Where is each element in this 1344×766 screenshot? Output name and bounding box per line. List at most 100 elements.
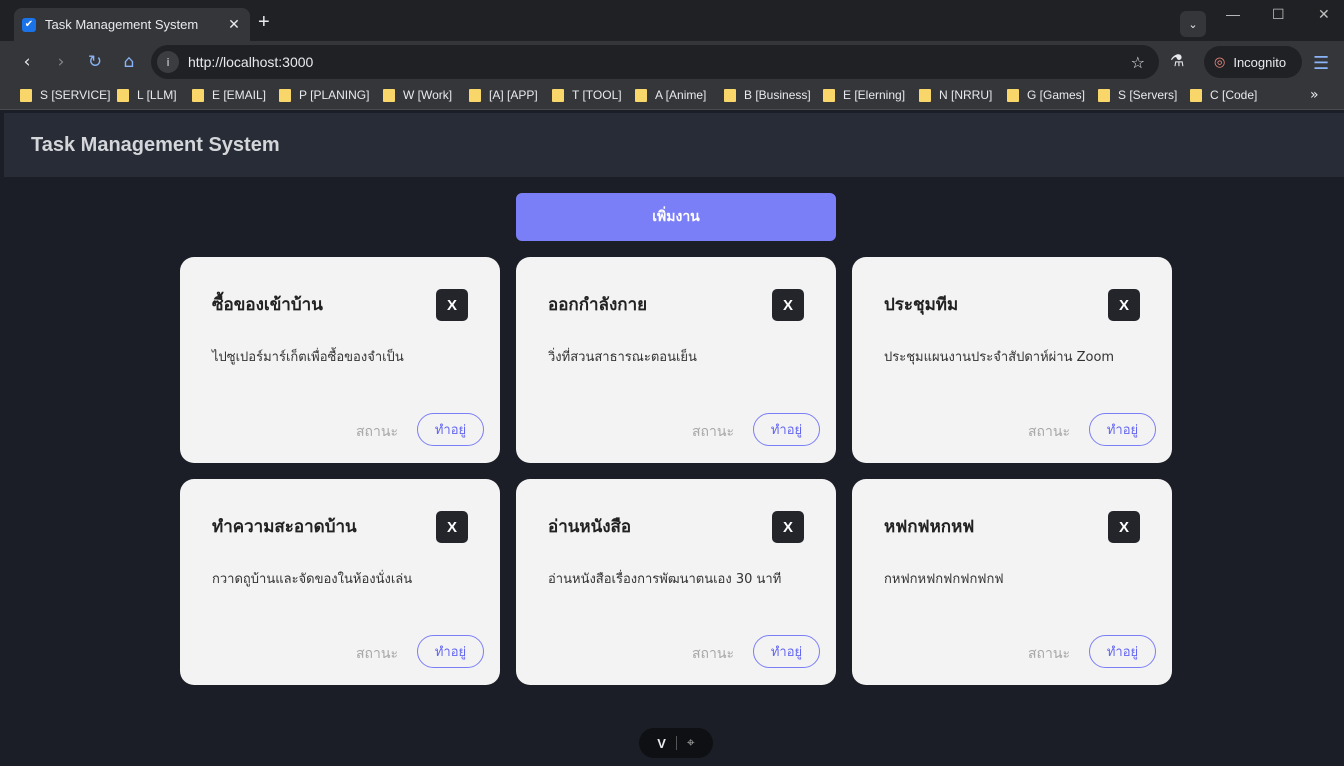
bookmark-folder[interactable]: P [PLANING] [279, 88, 369, 102]
folder-icon [383, 88, 395, 102]
delete-task-button[interactable]: X [1108, 289, 1140, 321]
status-button[interactable]: ทำอยู่ [417, 635, 484, 668]
new-tab-button[interactable]: + [258, 11, 270, 34]
status-button[interactable]: ทำอยู่ [753, 413, 820, 446]
bookmark-folder[interactable]: E [Elerning] [823, 88, 905, 102]
bookmark-label: S [SERVICE] [40, 88, 111, 102]
checkbox-favicon-icon: ✔ [22, 17, 36, 32]
add-task-button[interactable]: เพิ่มงาน [516, 193, 836, 241]
labs-flask-icon[interactable]: ⚗ [1170, 51, 1184, 70]
task-description: ประชุมแผนงานประจำสัปดาห์ผ่าน Zoom [884, 350, 1115, 365]
bookmark-folder[interactable]: [A] [APP] [469, 88, 538, 102]
folder-icon [279, 88, 291, 102]
bookmark-label: P [PLANING] [299, 88, 370, 102]
status-label: สถานะ [692, 646, 734, 662]
folder-icon [823, 88, 835, 102]
bookmark-folder[interactable]: S [Servers] [1098, 88, 1177, 102]
vue-logo-icon[interactable]: V [657, 736, 666, 751]
task-card: ทำความสะอาดบ้าน X กวาดถูบ้านและจัดของในห… [180, 479, 500, 685]
bookmark-folder[interactable]: G [Games] [1007, 88, 1085, 102]
incognito-icon: ◎ [1214, 54, 1226, 70]
devtools-pill[interactable]: V ⌖ [639, 728, 713, 758]
task-card: ซื้อของเข้าบ้าน X ไปซูเปอร์มาร์เก็ตเพื่อ… [180, 257, 500, 463]
bookmark-label: G [Games] [1027, 88, 1086, 102]
bookmark-folder[interactable]: C [Code] [1190, 88, 1257, 102]
task-title: ออกกำลังกาย [548, 295, 648, 315]
reload-icon[interactable]: ↻ [84, 51, 106, 73]
task-description: ไปซูเปอร์มาร์เก็ตเพื่อซื้อของจำเป็น [212, 350, 404, 365]
status-label: สถานะ [692, 424, 734, 440]
tab-close-icon[interactable]: ✕ [226, 17, 242, 33]
bookmark-folder[interactable]: N [NRRU] [919, 88, 992, 102]
bookmark-folder[interactable]: T [TOOL] [552, 88, 622, 102]
incognito-label: Incognito [1233, 54, 1287, 70]
bookmark-folder[interactable]: W [Work] [383, 88, 452, 102]
divider [675, 736, 677, 750]
window-close-icon[interactable]: ✕ [1318, 6, 1330, 23]
task-description: กหฟกหฟกฟกฟกฟกฟ [884, 572, 1004, 587]
bookmark-folder[interactable]: L [LLM] [117, 88, 177, 102]
task-title: หฟกฟหกหฟ [884, 517, 975, 537]
bookmarks-bar: S [SERVICE] L [LLM] E [EMAIL] P [PLANING… [0, 83, 1344, 110]
delete-task-button[interactable]: X [772, 289, 804, 321]
maximize-icon[interactable]: ☐ [1272, 6, 1285, 23]
forward-arrow-icon[interactable]: › [50, 51, 72, 73]
folder-icon [20, 88, 32, 102]
folder-icon [919, 88, 931, 102]
task-card: ออกกำลังกาย X วิ่งที่สวนสาธารณะตอนเย็น ส… [516, 257, 836, 463]
folder-icon [635, 88, 647, 102]
tab-search-chevron-icon[interactable]: ⌄ [1180, 11, 1206, 37]
menu-icon[interactable]: ☰ [1313, 53, 1329, 74]
app-viewport: Task Management System เพิ่มงาน ซื้อของเ… [4, 113, 1344, 766]
app-header: Task Management System [4, 113, 1344, 177]
browser-tab-strip: ✔ Task Management System ✕ + ⌄ — ☐ ✕ [0, 0, 1344, 41]
folder-icon [1007, 88, 1019, 102]
folder-icon [117, 88, 129, 102]
folder-icon [469, 88, 481, 102]
task-card: หฟกฟหกหฟ X กหฟกหฟกฟกฟกฟกฟ สถานะ ทำอยู่ [852, 479, 1172, 685]
delete-task-button[interactable]: X [772, 511, 804, 543]
incognito-badge[interactable]: ◎ Incognito [1204, 46, 1302, 78]
bookmark-label: E [EMAIL] [212, 88, 267, 102]
delete-task-button[interactable]: X [436, 511, 468, 543]
bookmark-folder[interactable]: A [Anime] [635, 88, 706, 102]
task-title: ทำความสะอาดบ้าน [212, 517, 357, 537]
folder-icon [1190, 88, 1202, 102]
bookmark-folder[interactable]: S [SERVICE] [20, 88, 110, 102]
delete-task-button[interactable]: X [1108, 511, 1140, 543]
status-button[interactable]: ทำอยู่ [417, 413, 484, 446]
browser-toolbar: ‹ › ↻ ⌂ i http://localhost:3000 ☆ ⚗ ◎ In… [0, 41, 1344, 83]
home-icon[interactable]: ⌂ [118, 51, 140, 73]
delete-task-button[interactable]: X [436, 289, 468, 321]
bookmark-folder[interactable]: E [EMAIL] [192, 88, 266, 102]
task-description: วิ่งที่สวนสาธารณะตอนเย็น [548, 350, 697, 365]
back-arrow-icon[interactable]: ‹ [16, 51, 38, 73]
bookmark-label: E [Elerning] [843, 88, 906, 102]
minimize-icon[interactable]: — [1226, 6, 1240, 22]
folder-icon [552, 88, 564, 102]
folder-icon [1098, 88, 1110, 102]
bookmark-label: W [Work] [403, 88, 453, 102]
task-title: ประชุมทีม [884, 295, 959, 315]
bookmark-icon[interactable]: ☆ [1131, 53, 1145, 72]
status-button[interactable]: ทำอยู่ [1089, 635, 1156, 668]
site-info-icon[interactable]: i [157, 51, 179, 73]
address-bar[interactable]: i http://localhost:3000 ☆ [151, 45, 1159, 79]
task-card: อ่านหนังสือ X อ่านหนังสือเรื่องการพัฒนาต… [516, 479, 836, 685]
folder-icon [724, 88, 736, 102]
bookmark-label: [A] [APP] [489, 88, 538, 102]
crosshair-icon[interactable]: ⌖ [687, 735, 695, 751]
more-bookmarks-chevron-icon[interactable]: » [1310, 87, 1319, 103]
status-button[interactable]: ทำอยู่ [753, 635, 820, 668]
status-button[interactable]: ทำอยู่ [1089, 413, 1156, 446]
url-text[interactable]: http://localhost:3000 [188, 54, 1131, 70]
bookmark-label: T [TOOL] [572, 88, 622, 102]
task-description: อ่านหนังสือเรื่องการพัฒนาตนเอง 30 นาที [548, 572, 782, 587]
bookmark-label: S [Servers] [1118, 88, 1178, 102]
status-label: สถานะ [356, 646, 398, 662]
bookmark-label: N [NRRU] [939, 88, 993, 102]
bookmark-folder[interactable]: B [Business] [724, 88, 811, 102]
browser-tab[interactable]: ✔ Task Management System ✕ [14, 8, 250, 41]
task-title: ซื้อของเข้าบ้าน [212, 295, 323, 315]
status-label: สถานะ [1028, 424, 1070, 440]
